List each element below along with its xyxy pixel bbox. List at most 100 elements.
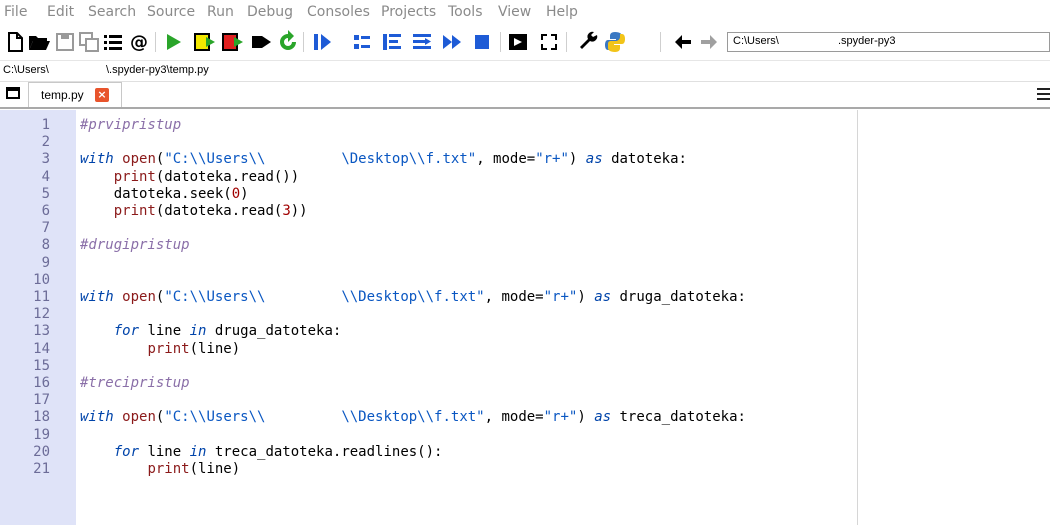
menu-help[interactable]: Help — [546, 4, 578, 20]
menu-source[interactable]: Source — [147, 4, 195, 20]
save-all-button[interactable] — [77, 30, 101, 54]
code-line[interactable]: 20 for line in treca_datoteka.readlines(… — [0, 444, 1050, 461]
open-file-button[interactable] — [27, 30, 51, 54]
code-line[interactable]: 14 print(line) — [0, 341, 1050, 358]
wrench-icon — [580, 31, 598, 49]
at-button[interactable]: @ — [127, 30, 151, 54]
close-icon[interactable]: × — [95, 88, 109, 102]
step-into-button[interactable] — [380, 30, 404, 54]
line-number: 12 — [33, 306, 50, 323]
code-line[interactable]: 18 with open("C:\\Users\\ \\Desktop\\f.tx… — [0, 409, 1050, 426]
code-line[interactable]: 4 print(datoteka.read()) — [0, 169, 1050, 186]
code-line[interactable]: 1 #prvipristup — [0, 117, 1050, 134]
new-file-icon — [8, 32, 23, 52]
new-file-button[interactable] — [3, 30, 27, 54]
file-path-suffix: \.spyder-py3\temp.py — [106, 64, 209, 76]
code-line[interactable]: 2 — [0, 134, 1050, 151]
menu-file[interactable]: File — [4, 4, 27, 20]
menu-consoles[interactable]: Consoles — [307, 4, 370, 20]
code-line[interactable]: 8 #drugipristup — [0, 237, 1050, 254]
stop-button[interactable] — [470, 30, 494, 54]
run-cell-button[interactable] — [193, 30, 217, 54]
toolbar-separator — [660, 32, 661, 52]
working-directory-input[interactable]: C:\Users\ .spyder-py3 — [727, 32, 1050, 52]
python-path-button[interactable] — [603, 30, 627, 54]
outline-button[interactable] — [101, 30, 125, 54]
fast-forward-icon — [443, 35, 461, 49]
menu-tools[interactable]: Tools — [448, 4, 483, 20]
menu-view[interactable]: View — [498, 4, 531, 20]
line-number: 15 — [33, 357, 50, 374]
svg-text:@: @ — [130, 32, 148, 53]
code-text: #trecipristup — [80, 375, 190, 391]
line-number: 18 — [33, 409, 50, 426]
code-line[interactable]: 16 #trecipristup — [0, 375, 1050, 392]
line-number: 14 — [33, 340, 50, 357]
code-text: with open("C:\\Users\\ \\Desktop\\f.txt"… — [80, 409, 746, 426]
menu-bar: File Edit Search Source Run Debug Consol… — [0, 0, 1050, 24]
menu-projects[interactable]: Projects — [381, 4, 436, 20]
menu-debug[interactable]: Debug — [247, 4, 293, 20]
forward-button[interactable] — [697, 30, 721, 54]
menu-run[interactable]: Run — [207, 4, 234, 20]
menu-search[interactable]: Search — [88, 4, 136, 20]
fullscreen-button[interactable] — [537, 30, 561, 54]
code-text: for line in treca_datoteka.readlines(): — [113, 443, 443, 460]
python-icon — [605, 32, 625, 52]
play-icon — [167, 34, 181, 50]
line-number: 10 — [33, 271, 50, 288]
rerun-icon — [280, 30, 296, 50]
stop-icon — [475, 35, 489, 49]
rerun-button[interactable] — [276, 30, 300, 54]
code-line[interactable]: 13 for line in druga_datoteka: — [0, 323, 1050, 340]
code-line[interactable]: 10 — [0, 272, 1050, 289]
line-number: 5 — [41, 185, 50, 202]
step-return-button[interactable] — [410, 30, 434, 54]
code-text: print(line) — [147, 461, 241, 477]
continue-button[interactable] — [440, 30, 464, 54]
save-all-icon — [79, 32, 99, 52]
step-button[interactable] — [350, 30, 374, 54]
code-line[interactable]: 15 — [0, 358, 1050, 375]
save-button[interactable] — [53, 30, 77, 54]
run-selection-button[interactable] — [249, 30, 273, 54]
code-line[interactable]: 11 with open("C:\\Users\\ \\Desktop\\f.tx… — [0, 289, 1050, 306]
arrow-left-icon — [675, 35, 691, 49]
code-text: with open("C:\\Users\\ \Desktop\\f.txt",… — [80, 151, 687, 168]
code-text: print(datoteka.read()) — [113, 168, 300, 185]
run-cell-advance-button[interactable] — [221, 30, 245, 54]
tab-temp-py[interactable]: temp.py × — [28, 82, 122, 107]
line-number: 16 — [33, 375, 50, 391]
code-text: print(line) — [147, 340, 241, 357]
run-selection-icon — [252, 36, 271, 48]
toolbar-separator — [155, 32, 156, 52]
toolbar-separator — [500, 32, 501, 52]
folder-open-icon — [29, 36, 50, 50]
debug-button[interactable] — [310, 30, 334, 54]
back-button[interactable] — [671, 30, 695, 54]
options-menu-icon[interactable] — [1037, 88, 1050, 100]
maximize-pane-button[interactable] — [506, 30, 530, 54]
code-line[interactable]: 9 — [0, 255, 1050, 272]
code-text: with open("C:\\Users\\ \\Desktop\\f.txt"… — [80, 289, 746, 305]
code-line[interactable]: 19 — [0, 427, 1050, 444]
code-text: datoteka.seek(0) — [80, 185, 249, 202]
code-line[interactable]: 17 — [0, 392, 1050, 409]
code-line[interactable]: 21 print(line) — [0, 461, 1050, 478]
line-number: 1 — [41, 117, 50, 133]
browse-tabs-icon[interactable] — [6, 87, 20, 99]
line-number: 3 — [41, 151, 50, 168]
code-text: print(datoteka.read(3)) — [113, 203, 308, 219]
code-line[interactable]: 7 — [0, 220, 1050, 237]
line-number: 13 — [33, 323, 50, 340]
run-button[interactable] — [161, 30, 185, 54]
line-number: 19 — [33, 426, 50, 443]
preferences-button[interactable] — [577, 30, 601, 54]
line-number: 2 — [41, 134, 50, 151]
code-line[interactable]: 6 print(datoteka.read(3)) — [0, 203, 1050, 220]
menu-edit[interactable]: Edit — [47, 4, 74, 20]
maximize-pane-icon — [509, 34, 527, 50]
code-line[interactable]: 3 with open("C:\\Users\\ \Desktop\\f.txt"… — [0, 151, 1050, 168]
code-line[interactable]: 12 — [0, 306, 1050, 323]
code-line[interactable]: 5 datoteka.seek(0) — [0, 186, 1050, 203]
